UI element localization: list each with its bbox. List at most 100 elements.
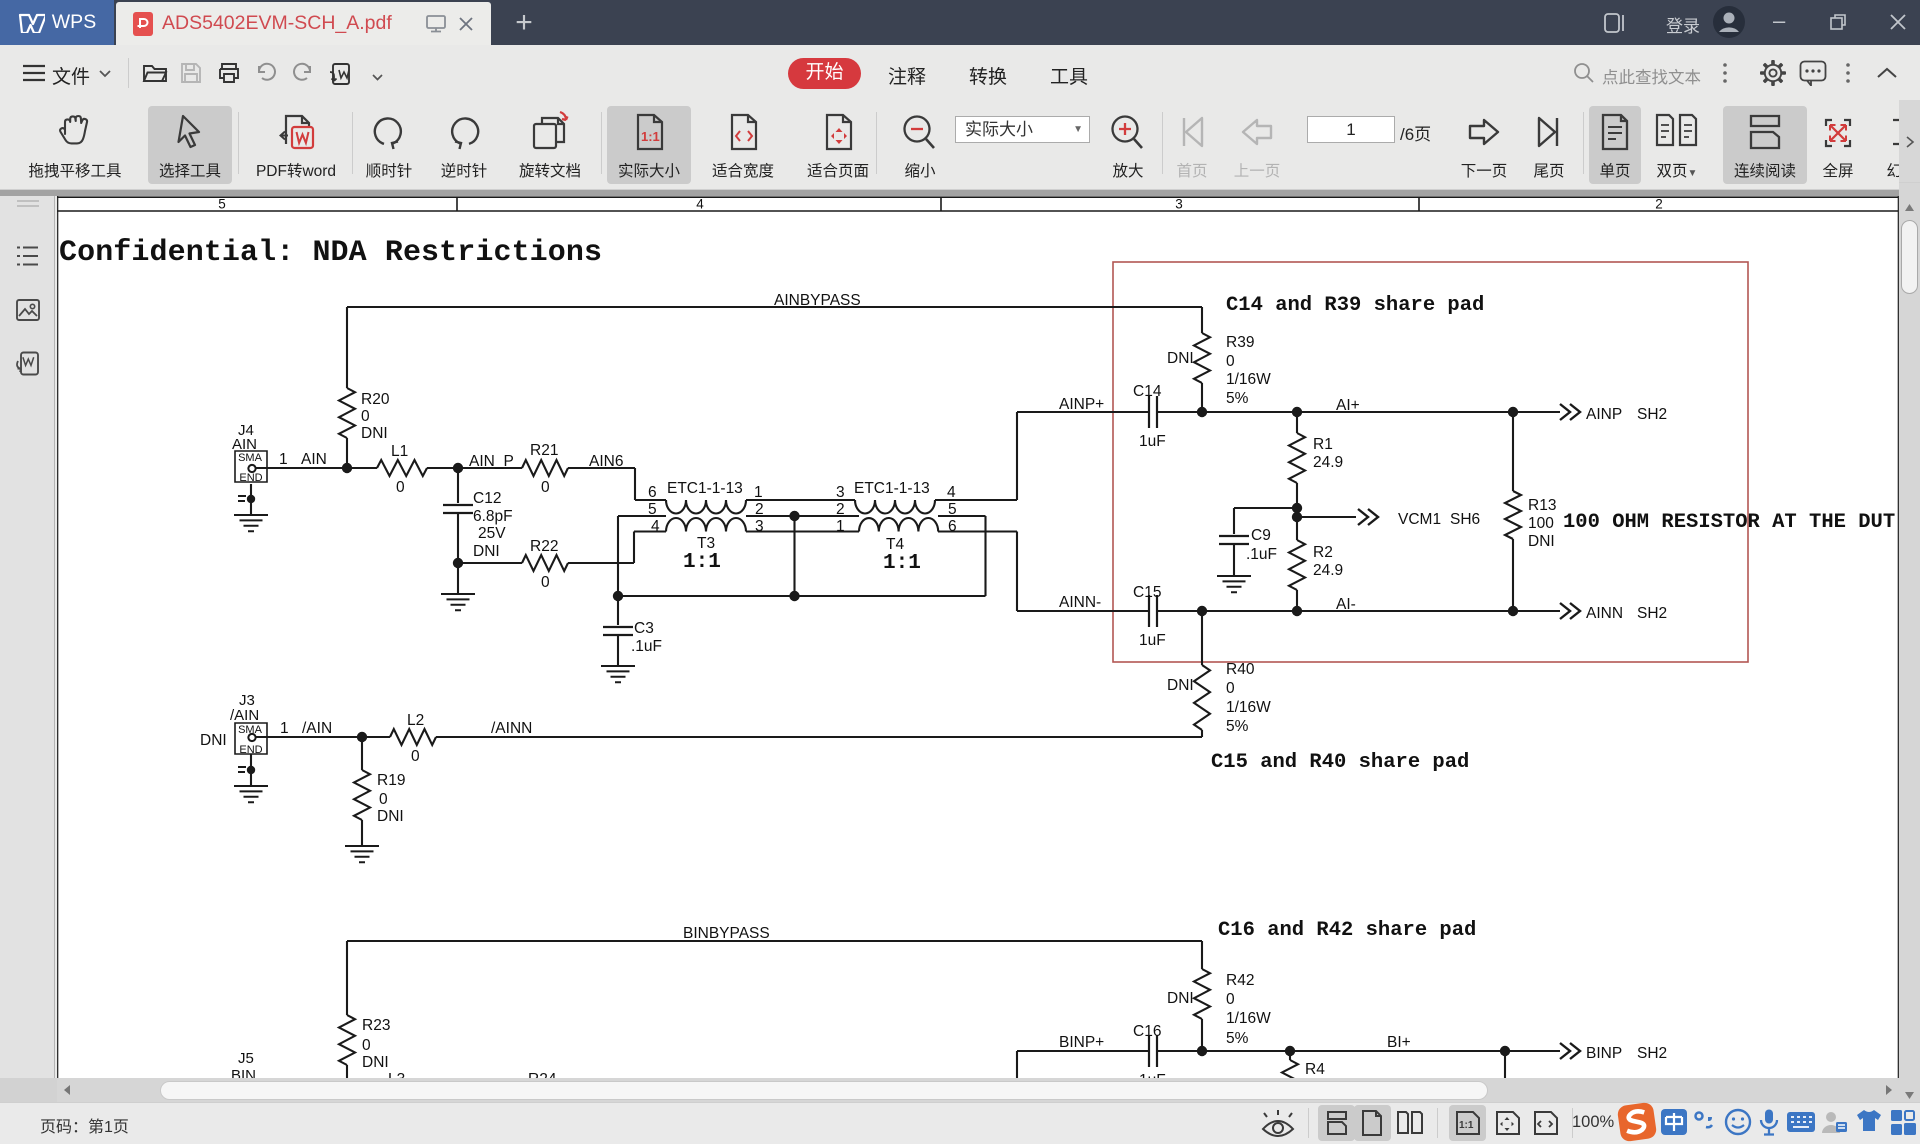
svg-text:R39: R39	[1226, 334, 1254, 351]
svg-text:BI+: BI+	[1387, 1034, 1411, 1051]
svg-text:3: 3	[836, 484, 845, 501]
svg-text:/AIN: /AIN	[230, 707, 259, 724]
svg-text:DNI: DNI	[1167, 677, 1194, 694]
svg-text:5: 5	[948, 501, 957, 518]
svg-text:L2: L2	[407, 712, 424, 729]
svg-text:AIN: AIN	[232, 436, 257, 453]
svg-text:2: 2	[1655, 197, 1663, 212]
svg-text:0: 0	[1226, 680, 1235, 697]
svg-text:3: 3	[1175, 197, 1183, 212]
svg-text:AINP: AINP	[1586, 406, 1622, 423]
svg-text:1/16W: 1/16W	[1226, 699, 1271, 716]
svg-text:5%: 5%	[1226, 390, 1249, 407]
svg-text:BIN: BIN	[231, 1067, 256, 1078]
svg-text:0: 0	[541, 574, 550, 591]
svg-text:C12: C12	[473, 490, 501, 507]
svg-text:BINP: BINP	[1586, 1045, 1622, 1062]
svg-text:6.8pF: 6.8pF	[473, 508, 513, 525]
svg-text:T3: T3	[697, 535, 715, 552]
svg-text:R19: R19	[377, 772, 405, 789]
svg-text:DNI: DNI	[362, 1054, 389, 1071]
svg-text:R23: R23	[362, 1017, 390, 1034]
svg-text:END: END	[239, 472, 262, 484]
svg-text:C16: C16	[1133, 1023, 1161, 1040]
svg-text:AINN-: AINN-	[1059, 594, 1101, 611]
svg-text:SH2: SH2	[1637, 406, 1667, 423]
svg-text:DNI: DNI	[1528, 533, 1555, 550]
svg-text:1/16W: 1/16W	[1226, 371, 1271, 388]
svg-text:0: 0	[541, 479, 550, 496]
svg-text:R4: R4	[1305, 1061, 1325, 1078]
svg-text:DNI: DNI	[200, 732, 227, 749]
svg-text:6: 6	[648, 484, 657, 501]
svg-text:AIN: AIN	[301, 451, 327, 468]
svg-text:AINN: AINN	[1586, 605, 1623, 622]
svg-text:5%: 5%	[1226, 718, 1249, 735]
svg-text:R24: R24	[528, 1071, 557, 1078]
svg-text:AIN_P: AIN_P	[469, 453, 514, 470]
svg-text:R1: R1	[1313, 436, 1333, 453]
svg-text:1uF: 1uF	[1139, 632, 1166, 649]
svg-text:5: 5	[648, 501, 657, 518]
svg-text:4: 4	[651, 518, 660, 535]
svg-text:C9: C9	[1251, 527, 1271, 544]
svg-text:DNI: DNI	[1167, 990, 1194, 1007]
svg-text:C15 and R40 share pad: C15 and R40 share pad	[1211, 751, 1469, 774]
svg-text:/AINN: /AINN	[491, 720, 532, 737]
svg-text:R13: R13	[1528, 497, 1556, 514]
svg-text:.1uF: .1uF	[631, 638, 662, 655]
svg-text:24.9: 24.9	[1313, 454, 1343, 471]
svg-text:0: 0	[1226, 991, 1235, 1008]
svg-text:Confidential: NDA Restrictions: Confidential: NDA Restrictions	[59, 236, 602, 270]
svg-text:100 OHM RESISTOR AT THE DUT: 100 OHM RESISTOR AT THE DUT	[1563, 511, 1895, 534]
svg-text:3: 3	[755, 518, 764, 535]
svg-text:BINP+: BINP+	[1059, 1034, 1104, 1051]
svg-text:1: 1	[754, 484, 763, 501]
svg-text:C16 and R42 share pad: C16 and R42 share pad	[1218, 919, 1476, 942]
svg-text:AINP+: AINP+	[1059, 396, 1104, 413]
svg-text:0: 0	[379, 791, 388, 808]
svg-text:SH2: SH2	[1637, 1045, 1667, 1062]
svg-text:1: 1	[279, 451, 288, 468]
svg-text:0: 0	[396, 479, 405, 496]
svg-text:4: 4	[696, 197, 704, 212]
svg-text:R22: R22	[530, 538, 558, 555]
svg-text:L1: L1	[391, 443, 408, 460]
svg-text:DNI: DNI	[1167, 350, 1194, 367]
svg-text:AIN6: AIN6	[589, 453, 623, 470]
svg-text:AI+: AI+	[1336, 397, 1360, 414]
svg-text:C3: C3	[634, 620, 654, 637]
svg-text:1: 1	[280, 720, 289, 737]
svg-text:DNI: DNI	[361, 425, 388, 442]
svg-text:R20: R20	[361, 391, 390, 408]
svg-text:ETC1-1-13: ETC1-1-13	[667, 480, 743, 497]
svg-text:0: 0	[411, 748, 420, 765]
svg-text:2: 2	[836, 501, 845, 518]
svg-text:0: 0	[1226, 353, 1235, 370]
svg-text:BINBYPASS: BINBYPASS	[683, 925, 770, 942]
svg-text:R40: R40	[1226, 661, 1255, 678]
svg-text:1/16W: 1/16W	[1226, 1010, 1271, 1027]
svg-text:2: 2	[755, 501, 764, 518]
svg-text:1:1: 1:1	[683, 551, 721, 574]
svg-text:5%: 5%	[1226, 1030, 1249, 1047]
svg-text:VCM1: VCM1	[1398, 511, 1441, 528]
svg-text:25V: 25V	[478, 525, 506, 542]
svg-text:0: 0	[362, 1037, 371, 1054]
svg-text:SH6: SH6	[1450, 511, 1480, 528]
svg-text:SMA: SMA	[238, 724, 263, 736]
svg-text:T4: T4	[886, 536, 904, 553]
svg-text:END: END	[239, 744, 262, 756]
svg-text:1:1: 1:1	[641, 129, 660, 144]
svg-text:ETC1-1-13: ETC1-1-13	[854, 480, 930, 497]
svg-text:SH2: SH2	[1637, 605, 1667, 622]
svg-text:DNI: DNI	[473, 543, 500, 560]
svg-text:4: 4	[947, 484, 956, 501]
svg-text:5: 5	[218, 197, 226, 212]
svg-text:R42: R42	[1226, 972, 1254, 989]
svg-text:0: 0	[361, 408, 370, 425]
svg-text:AI-: AI-	[1336, 596, 1356, 613]
svg-text:1:1: 1:1	[883, 552, 921, 575]
svg-text:L3: L3	[388, 1071, 405, 1078]
svg-text:C14: C14	[1133, 383, 1162, 400]
